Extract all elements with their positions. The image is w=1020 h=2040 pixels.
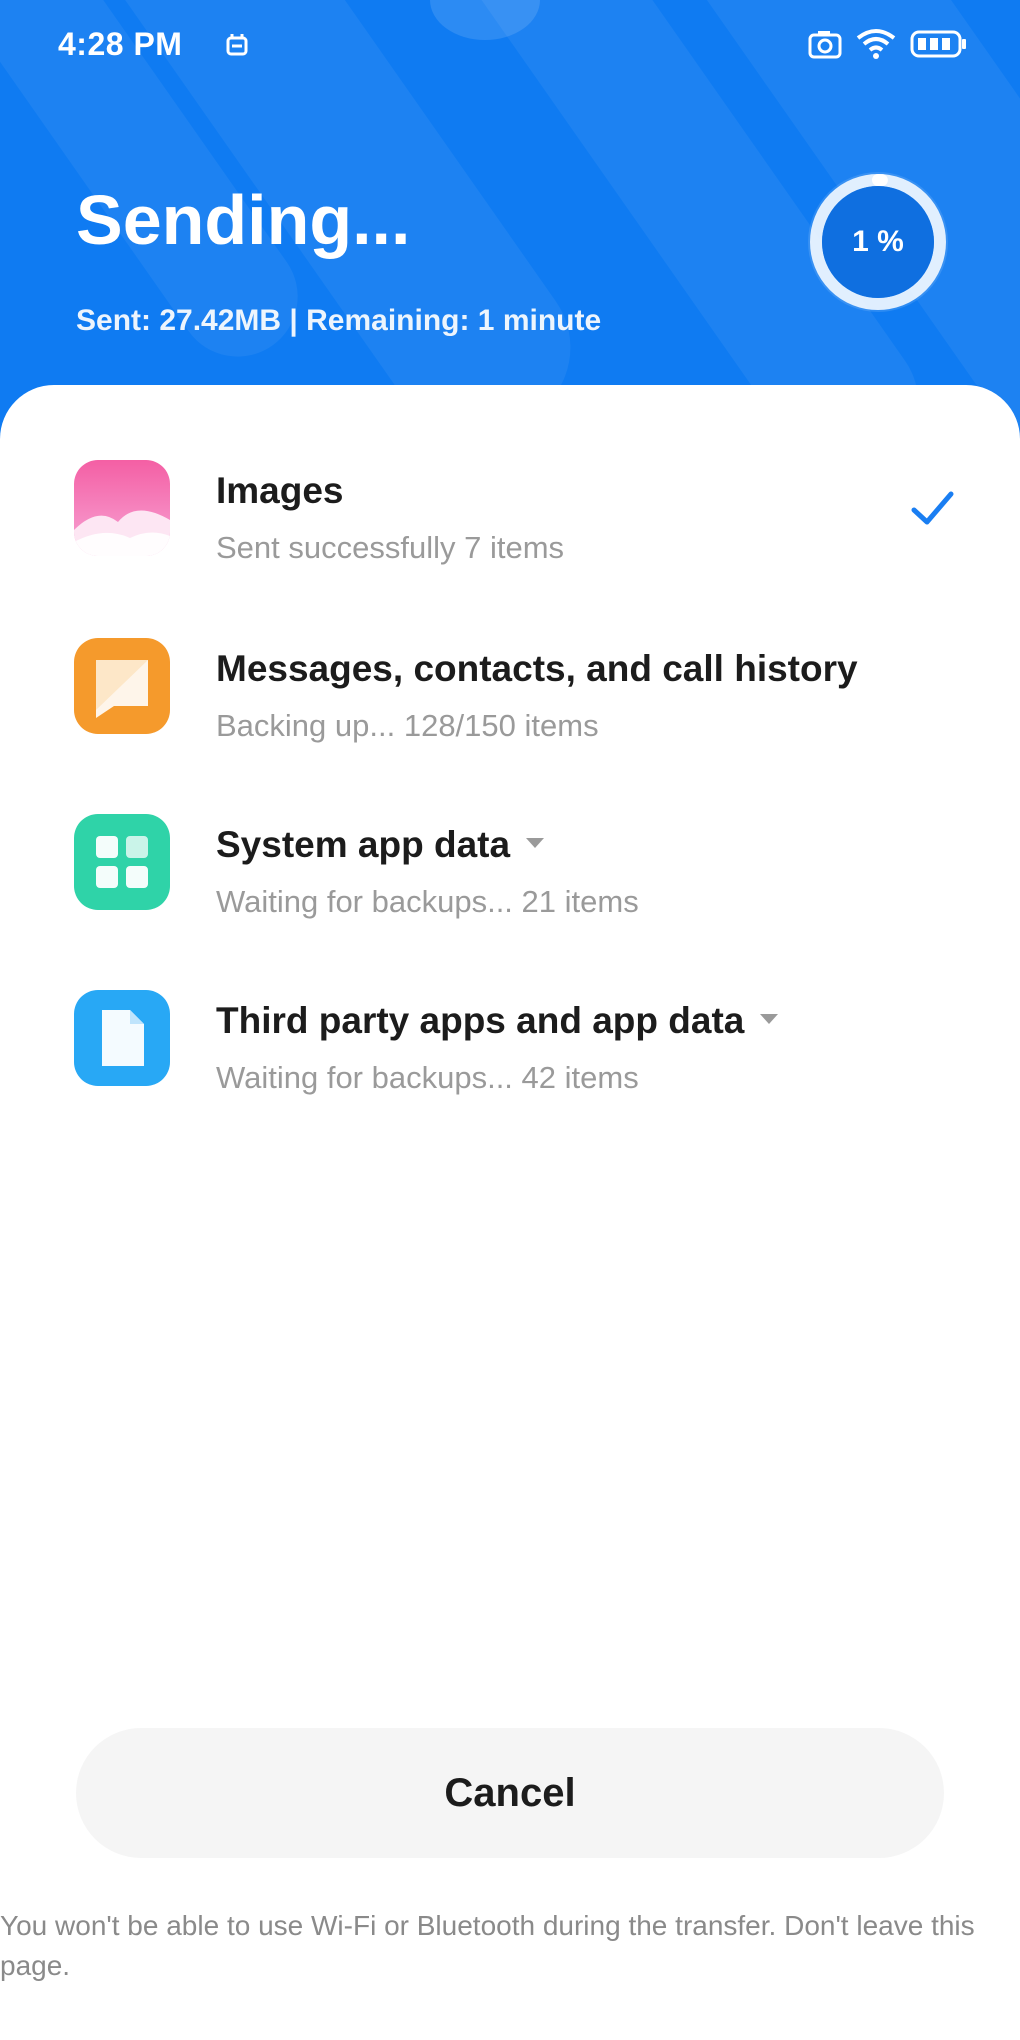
transfer-warning-note: You won't be able to use Wi-Fi or Blueto… [0, 1910, 975, 1981]
chevron-down-icon[interactable] [526, 838, 545, 849]
item-status: Waiting for backups... 42 items [216, 1060, 639, 1095]
list-item-third-party-apps[interactable]: Third party apps and app data Waiting fo… [0, 970, 1020, 1120]
list-item-system-app-data[interactable]: System app data Waiting for backups... 2… [0, 794, 1020, 944]
checkmark-icon [911, 491, 954, 525]
battery-icon [910, 30, 966, 58]
item-name: System app data [216, 824, 545, 866]
item-name: Messages, contacts, and call history [216, 648, 858, 689]
item-name-text: Third party apps and app data [216, 1000, 745, 1041]
gallery-icon [74, 460, 170, 556]
status-time: 4:28 PM [58, 26, 183, 62]
chevron-down-icon[interactable] [760, 1014, 779, 1025]
list-item-messages[interactable]: Messages, contacts, and call history Bac… [0, 618, 1020, 768]
item-status: Waiting for backups... 21 items [216, 884, 639, 919]
list-item-images[interactable]: Images Sent successfully 7 items [0, 440, 1020, 590]
progress-percent: 1 % [852, 225, 904, 258]
camera-icon [808, 31, 842, 59]
notification-icon [226, 34, 248, 56]
wifi-icon [856, 29, 896, 59]
item-name: Images [216, 470, 344, 511]
status-icons [808, 28, 968, 60]
document-icon [74, 990, 170, 1086]
cancel-button[interactable]: Cancel [76, 1728, 944, 1858]
item-name: Third party apps and app data [216, 1000, 779, 1042]
item-status: Backing up... 128/150 items [216, 708, 599, 743]
messages-icon [74, 638, 170, 734]
status-bar: 4:28 PM [0, 0, 1020, 96]
system-apps-icon [74, 814, 170, 910]
item-name-text: System app data [216, 824, 511, 865]
page-title: Sending... [76, 181, 411, 259]
progress-ring: 1 % [798, 162, 958, 322]
item-status: Sent successfully 7 items [216, 530, 565, 565]
transfer-summary: Sent: 27.42MB | Remaining: 1 minute [76, 304, 602, 337]
